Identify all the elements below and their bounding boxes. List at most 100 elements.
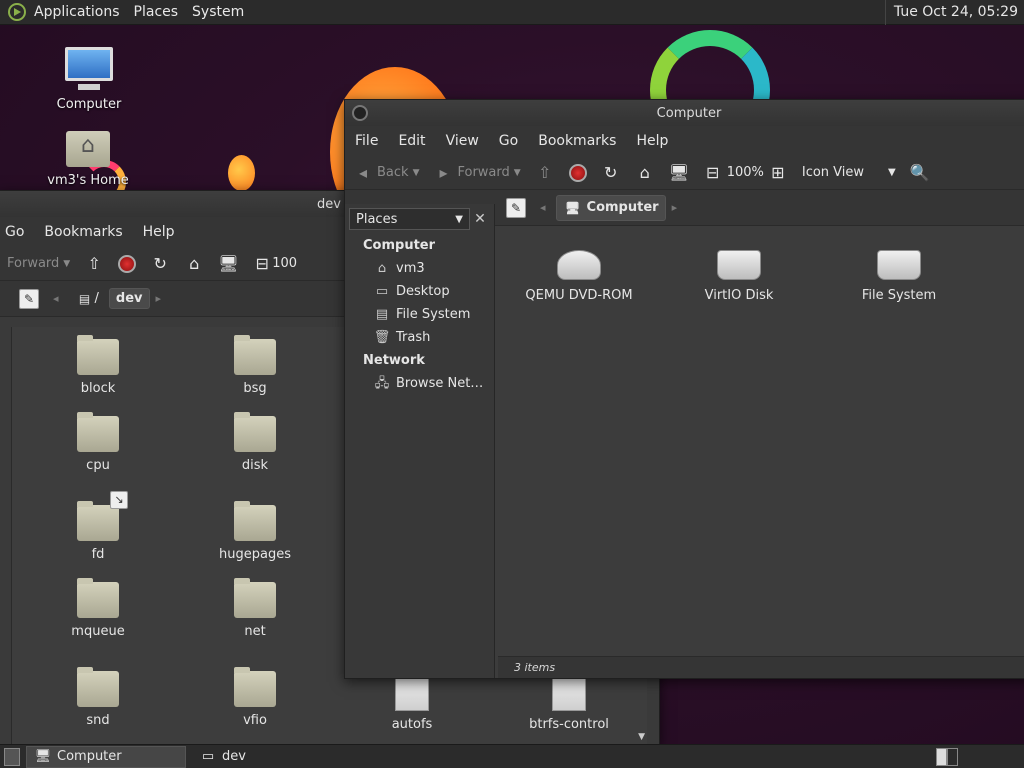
- edit-location-icon[interactable]: ✎: [506, 197, 526, 218]
- workspace-2[interactable]: [947, 748, 958, 766]
- path-left-arrow-icon[interactable]: ◂: [53, 292, 59, 305]
- distro-logo-icon[interactable]: [8, 3, 26, 21]
- forward-button[interactable]: Forward ▼: [7, 256, 70, 271]
- menu-help[interactable]: Help: [636, 133, 668, 149]
- stop-icon: [118, 254, 137, 273]
- scroll-down-arrow-icon[interactable]: ▼: [638, 732, 645, 742]
- forward-button[interactable]: ▸ Forward ▼: [433, 163, 520, 183]
- list-item[interactable]: btrfs-control: [509, 671, 629, 732]
- forward-label: Forward: [457, 165, 510, 180]
- menu-go[interactable]: Go: [499, 133, 518, 149]
- taskbar-item-computer[interactable]: 🖥 Computer: [26, 745, 186, 768]
- list-item[interactable]: net: [195, 578, 315, 639]
- chevron-down-icon[interactable]: ▼: [413, 168, 420, 178]
- menu-applications[interactable]: Applications: [34, 4, 120, 20]
- list-item[interactable]: ↘ fd: [38, 491, 158, 562]
- view-mode-label: Icon View: [801, 165, 865, 180]
- list-item[interactable]: block: [38, 335, 158, 396]
- search-button[interactable]: 🔍: [910, 163, 930, 183]
- list-item[interactable]: hugepages: [195, 501, 315, 562]
- chevron-down-icon[interactable]: ▼: [514, 168, 521, 178]
- workspace-1[interactable]: [936, 748, 947, 766]
- zoom-out-icon[interactable]: ⊟: [703, 163, 723, 183]
- panel-clock[interactable]: Tue Oct 24, 05:29: [884, 0, 1024, 25]
- item-label: fd: [91, 547, 105, 562]
- zoom-level: 100: [272, 256, 298, 271]
- drive-label: VirtIO Disk: [704, 288, 774, 303]
- path-right-arrow-icon[interactable]: ▸: [672, 201, 678, 214]
- sidebar-item-file-system[interactable]: ▤ File System: [345, 303, 494, 326]
- path-right-arrow-icon[interactable]: ▸: [156, 292, 162, 305]
- reload-button[interactable]: ↻: [150, 254, 170, 274]
- menu-file[interactable]: File: [355, 133, 378, 149]
- list-item[interactable]: snd: [38, 667, 158, 728]
- home-folder-icon: [66, 131, 110, 167]
- breadcrumb-computer[interactable]: 🖥 Computer: [555, 194, 666, 221]
- path-left-arrow-icon[interactable]: ◂: [540, 201, 546, 214]
- computer-button[interactable]: 🖥: [669, 163, 689, 183]
- computer-button[interactable]: 🖥: [218, 254, 238, 274]
- home-button[interactable]: ⌂: [184, 254, 204, 274]
- zoom-in-icon[interactable]: ⊞: [768, 163, 788, 183]
- item-label: btrfs-control: [529, 717, 609, 732]
- zoom-control[interactable]: ⊟ 100: [252, 254, 298, 274]
- sidebar-item-browse-network[interactable]: 🖧 Browse Net…: [345, 372, 494, 395]
- list-item[interactable]: bsg: [195, 335, 315, 396]
- symlink-badge-icon: ↘: [110, 491, 128, 509]
- breadcrumb-dev[interactable]: dev: [108, 288, 150, 309]
- folder-icon: [77, 335, 119, 375]
- menu-help[interactable]: Help: [143, 224, 175, 240]
- zoom-out-icon[interactable]: ⊟: [252, 254, 272, 274]
- taskbar-item-dev[interactable]: ▭ dev: [192, 746, 252, 768]
- up-button[interactable]: ⇧: [84, 254, 104, 274]
- menu-edit[interactable]: Edit: [398, 133, 425, 149]
- drive-item[interactable]: QEMU DVD-ROM: [504, 250, 654, 303]
- close-icon[interactable]: ✕: [470, 211, 490, 227]
- list-item[interactable]: disk: [195, 412, 315, 473]
- sidebar-item-desktop[interactable]: ▭ Desktop: [345, 280, 494, 303]
- desktop-icon-home[interactable]: vm3's Home: [43, 131, 133, 188]
- folder-icon: [234, 501, 276, 541]
- window-menu-button[interactable]: [352, 105, 368, 121]
- drive-item[interactable]: VirtIO Disk: [664, 250, 814, 303]
- list-item[interactable]: cpu: [38, 412, 158, 473]
- stop-button[interactable]: [568, 163, 587, 182]
- breadcrumb-label: Computer: [586, 200, 659, 215]
- breadcrumb-root[interactable]: ▤ /: [69, 287, 105, 311]
- list-item[interactable]: mqueue: [38, 578, 158, 639]
- menu-bookmarks[interactable]: Bookmarks: [44, 224, 122, 240]
- up-button[interactable]: ⇧: [535, 163, 555, 183]
- menu-bookmarks[interactable]: Bookmarks: [538, 133, 616, 149]
- item-label: vfio: [243, 713, 267, 728]
- menu-view[interactable]: View: [446, 133, 479, 149]
- sidebar-item-trash[interactable]: 🗑 Trash: [345, 326, 494, 349]
- workspace-switcher[interactable]: [936, 748, 958, 766]
- edit-location-icon[interactable]: ✎: [19, 288, 39, 309]
- list-item[interactable]: vfio: [195, 667, 315, 728]
- sidebar-item-label: Trash: [396, 330, 431, 345]
- reload-button[interactable]: ↻: [601, 163, 621, 183]
- up-arrow-icon: ⇧: [87, 253, 101, 273]
- desktop-icon-computer[interactable]: Computer: [44, 47, 134, 112]
- computer-icon: [65, 47, 113, 90]
- forward-label: Forward: [7, 256, 60, 271]
- menu-system[interactable]: System: [192, 4, 244, 20]
- window-titlebar[interactable]: Computer: [345, 100, 1024, 126]
- sidebar-mode-select[interactable]: Places ▼: [349, 208, 470, 230]
- computer-icon: 🖥: [564, 200, 581, 215]
- chevron-down-icon[interactable]: ▼: [63, 259, 70, 269]
- view-mode-select[interactable]: Icon View ▼: [802, 165, 896, 180]
- home-button[interactable]: ⌂: [635, 163, 655, 183]
- stop-button[interactable]: [118, 254, 137, 273]
- sidebar-item-vm3[interactable]: ⌂ vm3: [345, 257, 494, 280]
- home-icon: ⌂: [639, 162, 650, 182]
- list-item[interactable]: autofs: [352, 671, 472, 732]
- menu-places[interactable]: Places: [134, 4, 179, 20]
- drive-item[interactable]: File System: [824, 250, 974, 303]
- back-button[interactable]: ◂ Back ▼: [353, 163, 420, 183]
- show-desktop-icon[interactable]: [4, 747, 20, 766]
- menu-go[interactable]: Go: [5, 224, 24, 240]
- bottom-panel: 🖥 Computer ▭ dev: [0, 744, 1024, 768]
- sidebar-item-label: Desktop: [396, 284, 450, 299]
- folder-icon: [234, 578, 276, 618]
